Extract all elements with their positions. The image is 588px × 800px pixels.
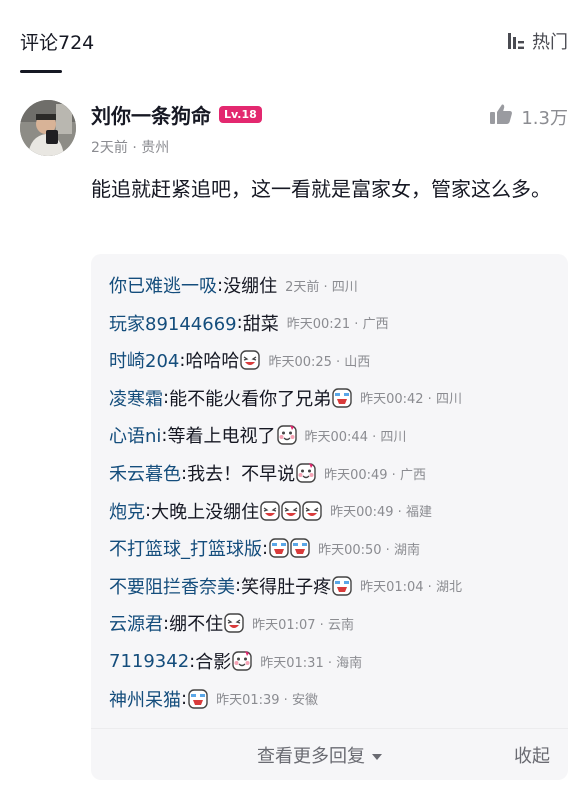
reply-meta: 昨天00:49 · 福建	[330, 505, 432, 521]
reply-item[interactable]: 心语ni: 等着上电视了 昨天00:44 · 四川	[109, 422, 406, 448]
view-more-label: 查看更多回复	[257, 746, 365, 767]
grin-emoji-icon	[281, 500, 301, 521]
reply-username[interactable]: 不要阻拦香奈美	[109, 573, 235, 599]
reply-username[interactable]: 凌寒霜	[109, 385, 163, 411]
reply-item[interactable]: 神州呆猫: 昨天01:39 · 安徽	[109, 686, 318, 712]
laugh-cry-emoji-icon	[269, 538, 289, 558]
reply-item[interactable]: 凌寒霜: 能不能火看你了兄弟 昨天00:42 · 四川	[109, 385, 462, 411]
level-badge: Lv.18	[219, 106, 262, 123]
reply-text: 能不能火看你了兄弟	[169, 388, 332, 410]
reply-text: 笑得肚子疼	[241, 576, 332, 598]
reply-meta: 昨天00:25 · 山西	[268, 354, 371, 370]
sort-button[interactable]: 热门	[506, 28, 568, 54]
reply-meta: 昨天00:50 · 湖南	[318, 542, 420, 558]
reply-item[interactable]: 不要阻拦香奈美: 笑得肚子疼 昨天01:04 · 湖北	[109, 573, 462, 599]
comment-count: 评论724	[20, 32, 95, 54]
reply-meta: 昨天00:49 · 广西	[324, 467, 426, 483]
view-more-replies-button[interactable]: 查看更多回复	[257, 742, 383, 768]
reply-item[interactable]: 云源君: 绷不住 昨天01:07 · 云南	[109, 610, 354, 636]
reply-separator: :	[181, 688, 188, 710]
comment-author-row: 刘你一条狗命 Lv.18	[91, 100, 262, 129]
avatar[interactable]	[20, 100, 76, 156]
reply-text: 大晚上没绷住	[151, 501, 260, 523]
reply-item[interactable]: 不打篮球_打篮球版: 昨天00:50 · 湖南	[109, 535, 420, 561]
reply-text: 绷不住	[169, 614, 224, 636]
reply-meta: 昨天01:31 · 海南	[260, 655, 363, 671]
reply-username[interactable]: 禾云暮色	[109, 460, 181, 486]
reply-item[interactable]: 时崎204: 哈哈哈 昨天00:25 · 山西	[109, 347, 370, 373]
sort-label: 热门	[532, 32, 568, 53]
reply-item[interactable]: 禾云暮色: 我去！不早说 昨天00:49 · 广西	[109, 460, 426, 486]
tab-underline	[20, 70, 62, 73]
reply-text: 等着上电视了	[167, 426, 276, 448]
reply-text: 没绷住	[223, 276, 278, 297]
reply-username[interactable]: 心语ni	[109, 422, 161, 448]
like-button[interactable]: 1.3万	[489, 103, 568, 130]
reply-username[interactable]: 云源君	[109, 610, 163, 636]
chevron-down-icon	[371, 745, 383, 766]
grin-emoji-icon	[240, 350, 261, 370]
grin-emoji-icon	[302, 500, 322, 521]
laugh-cry-emoji-icon	[332, 576, 352, 596]
reply-meta: 2天前 · 四川	[285, 279, 358, 295]
like-count: 1.3万	[521, 107, 568, 129]
reply-text: 哈哈哈	[185, 351, 240, 373]
laugh-cry-emoji-icon	[290, 538, 310, 558]
reply-item[interactable]: 你已难逃一吸: 没绷住 2天前 · 四川	[109, 272, 358, 298]
reply-item[interactable]: 炮克: 大晚上没绷住 昨天00:49 · 福建	[109, 498, 432, 524]
reply-separator: :	[262, 537, 269, 559]
author-name[interactable]: 刘你一条狗命	[91, 100, 211, 129]
reply-meta: 昨天01:07 · 云南	[252, 617, 354, 633]
reply-panel: 你已难逃一吸: 没绷住 2天前 · 四川玩家89144669: 甜菜 昨天00:21…	[91, 254, 568, 780]
comment-meta: 2天前 · 贵州	[91, 140, 170, 156]
reply-meta: 昨天00:42 · 四川	[360, 392, 462, 408]
reply-username[interactable]: 不打篮球_打篮球版	[109, 535, 262, 561]
laugh-cry-emoji-icon	[188, 688, 208, 709]
reply-meta: 昨天01:04 · 湖北	[360, 580, 462, 596]
grin-emoji-icon	[260, 500, 280, 521]
blush-emoji-icon	[232, 651, 252, 671]
sort-bars-icon	[506, 31, 526, 51]
reply-username[interactable]: 神州呆猫	[109, 686, 181, 712]
laugh-cry-emoji-icon	[332, 388, 352, 408]
grin-emoji-icon	[224, 613, 244, 634]
reply-username[interactable]: 玩家89144669	[109, 310, 237, 336]
reply-divider	[91, 728, 568, 729]
reply-meta: 昨天00:21 · 广西	[286, 317, 389, 333]
reply-text: 我去！不早说	[187, 464, 296, 485]
reply-username[interactable]: 7119342	[109, 651, 189, 672]
reply-text: 合影	[195, 652, 232, 673]
comment-body: 能追就赶紧追吧，这一看就是富家女，管家这么多。	[91, 177, 551, 201]
comments-header: 评论724 热门	[0, 0, 588, 80]
reply-username[interactable]: 你已难逃一吸	[109, 272, 217, 298]
collapse-button[interactable]: 收起	[514, 742, 550, 768]
blush-emoji-icon	[276, 425, 297, 446]
reply-meta: 昨天00:44 · 四川	[304, 429, 407, 445]
reply-meta: 昨天01:39 · 安徽	[216, 693, 318, 709]
reply-text: 甜菜	[242, 313, 279, 335]
reply-username[interactable]: 炮克	[109, 498, 145, 524]
thumbs-up-icon	[489, 103, 513, 130]
reply-item[interactable]: 7119342: 合影 昨天01:31 · 海南	[109, 648, 362, 674]
reply-item[interactable]: 玩家89144669: 甜菜 昨天00:21 · 广西	[109, 310, 389, 336]
blush-emoji-icon	[296, 463, 316, 483]
avatar-photo	[20, 100, 76, 156]
reply-username[interactable]: 时崎204	[109, 347, 179, 373]
